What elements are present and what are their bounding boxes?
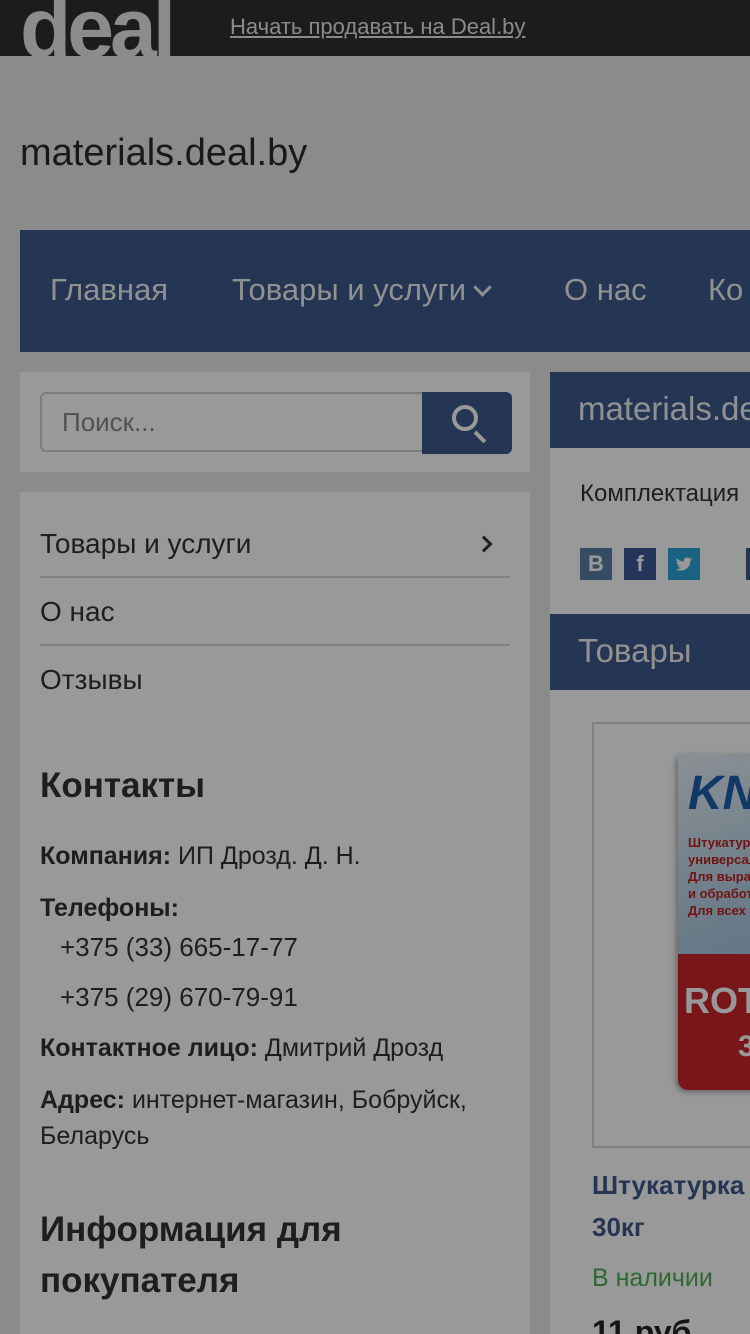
modal-backdrop[interactable] bbox=[0, 0, 750, 1334]
